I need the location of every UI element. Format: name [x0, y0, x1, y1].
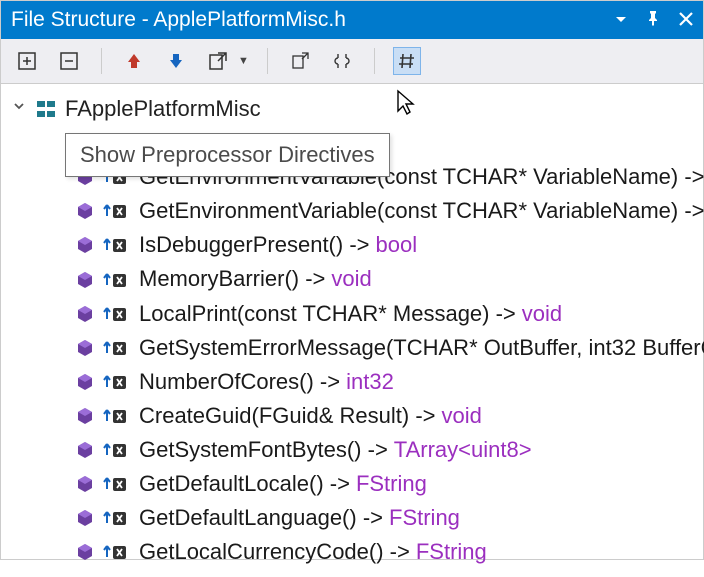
member-return-type: FString: [356, 467, 427, 501]
method-icon: [75, 270, 95, 290]
override-badge-icon: [103, 339, 129, 357]
export-button[interactable]: [204, 47, 232, 75]
toolbar-separator: [101, 48, 102, 74]
member-return-type: void: [522, 297, 562, 331]
window-title: File Structure - ApplePlatformMisc.h: [11, 8, 615, 32]
override-badge-icon: [103, 305, 129, 323]
member-return-type: TArray<uint8>: [394, 433, 532, 467]
method-icon: [75, 474, 95, 494]
method-icon: [75, 235, 95, 255]
tree-root-row[interactable]: FApplePlatformMisc: [1, 92, 703, 126]
override-badge-icon: [103, 509, 129, 527]
tree-member-row[interactable]: NumberOfCores() -> int32: [1, 365, 703, 399]
member-signature: CreateGuid(FGuid& Result) ->: [139, 399, 436, 433]
member-signature: GetSystemErrorMessage(TCHAR* OutBuffer, …: [139, 331, 704, 365]
member-signature: IsDebuggerPresent() ->: [139, 228, 370, 262]
member-return-type: FString: [389, 501, 460, 535]
up-arrow-button[interactable]: [120, 47, 148, 75]
down-arrow-button[interactable]: [162, 47, 190, 75]
window-controls: [615, 8, 693, 32]
member-return-type: FString: [416, 535, 487, 569]
toolbar-separator: [267, 48, 268, 74]
tree-member-row[interactable]: GetDefaultLocale() -> FString: [1, 467, 703, 501]
pin-icon[interactable]: [645, 8, 661, 32]
tree-member-row[interactable]: LocalPrint(const TCHAR* Message) -> void: [1, 297, 703, 331]
override-badge-icon: [103, 441, 129, 459]
member-return-type: void: [331, 262, 371, 296]
member-signature: GetLocalCurrencyCode() ->: [139, 535, 410, 569]
member-signature: NumberOfCores() ->: [139, 365, 340, 399]
preprocessor-directives-button[interactable]: [393, 47, 421, 75]
method-icon: [75, 440, 95, 460]
toolbar: ▼: [1, 39, 703, 84]
toolbar-separator: [374, 48, 375, 74]
tree-member-row[interactable]: GetLocalCurrencyCode() -> FString: [1, 535, 703, 569]
tree-member-row[interactable]: GetEnvironmentVariable(const TCHAR* Vari…: [1, 194, 703, 228]
method-icon: [75, 338, 95, 358]
method-icon: [75, 372, 95, 392]
tree-member-row[interactable]: GetSystemErrorMessage(TCHAR* OutBuffer, …: [1, 331, 703, 365]
member-signature: GetDefaultLocale() ->: [139, 467, 350, 501]
member-signature: GetSystemFontBytes() ->: [139, 433, 388, 467]
method-icon: [75, 542, 95, 562]
tree-member-row[interactable]: GetSystemFontBytes() -> TArray<uint8>: [1, 433, 703, 467]
override-badge-icon: [103, 236, 129, 254]
toggle-implementation-button[interactable]: [328, 47, 356, 75]
root-name: FApplePlatformMisc: [65, 92, 261, 126]
export-dropdown-icon[interactable]: ▼: [238, 55, 249, 67]
title-bar: File Structure - ApplePlatformMisc.h: [1, 1, 703, 39]
member-return-type: void: [442, 399, 482, 433]
member-signature: LocalPrint(const TCHAR* Message) ->: [139, 297, 516, 331]
method-icon: [75, 508, 95, 528]
member-signature: MemoryBarrier() ->: [139, 262, 325, 296]
override-badge-icon: [103, 271, 129, 289]
tooltip: Show Preprocessor Directives: [65, 133, 390, 177]
member-signature: GetDefaultLanguage() ->: [139, 501, 383, 535]
collapse-all-button[interactable]: [55, 47, 83, 75]
method-icon: [75, 201, 95, 221]
window-dropdown-icon[interactable]: [615, 8, 627, 32]
member-signature: GetEnvironmentVariable(const TCHAR* Vari…: [139, 194, 704, 228]
tree-member-row[interactable]: CreateGuid(FGuid& Result) -> void: [1, 399, 703, 433]
tooltip-text: Show Preprocessor Directives: [80, 142, 375, 167]
override-badge-icon: [103, 543, 129, 561]
mouse-cursor-icon: [395, 89, 419, 123]
tree-member-row[interactable]: GetDefaultLanguage() -> FString: [1, 501, 703, 535]
method-icon: [75, 304, 95, 324]
member-return-type: int32: [346, 365, 394, 399]
chevron-down-icon[interactable]: [11, 97, 27, 122]
tree-member-row[interactable]: MemoryBarrier() -> void: [1, 262, 703, 296]
override-badge-icon: [103, 202, 129, 220]
override-badge-icon: [103, 373, 129, 391]
override-badge-icon: [103, 475, 129, 493]
member-return-type: bool: [376, 228, 418, 262]
override-badge-icon: [103, 407, 129, 425]
method-icon: [75, 406, 95, 426]
close-icon[interactable]: [679, 8, 693, 32]
expand-all-button[interactable]: [13, 47, 41, 75]
tree-member-row[interactable]: IsDebuggerPresent() -> bool: [1, 228, 703, 262]
struct-icon: [35, 98, 57, 120]
toggle-regions-button[interactable]: [286, 47, 314, 75]
